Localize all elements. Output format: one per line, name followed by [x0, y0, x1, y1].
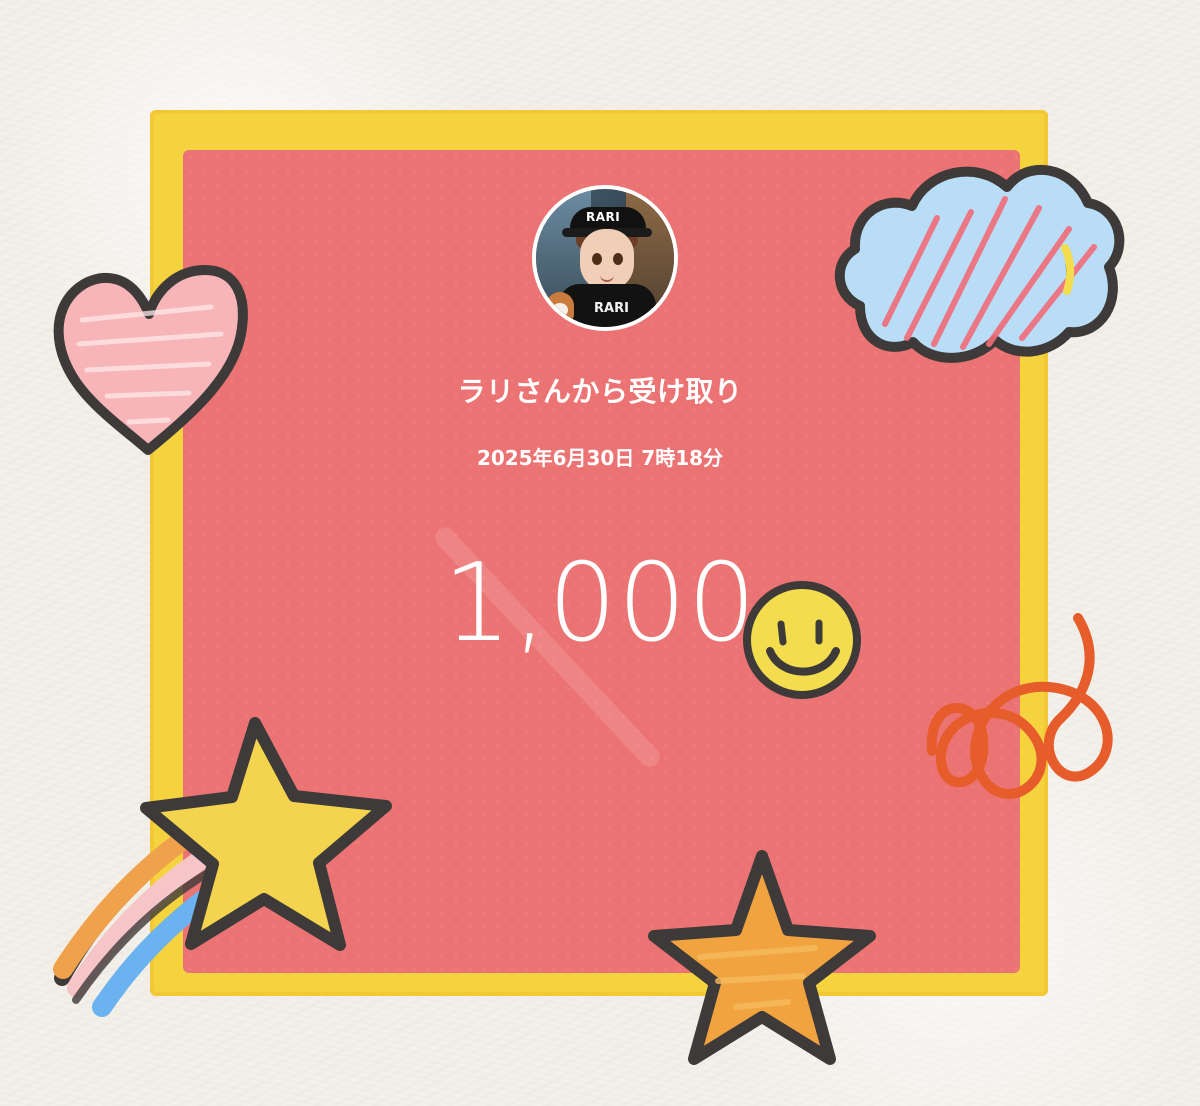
- avatar: RARI RARI: [532, 185, 678, 331]
- avatar-hoodie-text: RARI: [594, 301, 629, 316]
- avatar-cap-text: RARI: [586, 210, 621, 224]
- shooting-star-icon: [53, 717, 392, 1017]
- cloud-icon: [834, 165, 1125, 363]
- smiley-face-icon: [743, 581, 861, 699]
- avatar-dog-face: [552, 303, 568, 317]
- avatar-eye-left: [592, 253, 602, 265]
- star-icon: [648, 850, 876, 1065]
- avatar-eye-right: [613, 253, 623, 265]
- heart-icon: [53, 265, 248, 455]
- swirl-icon: [926, 613, 1113, 799]
